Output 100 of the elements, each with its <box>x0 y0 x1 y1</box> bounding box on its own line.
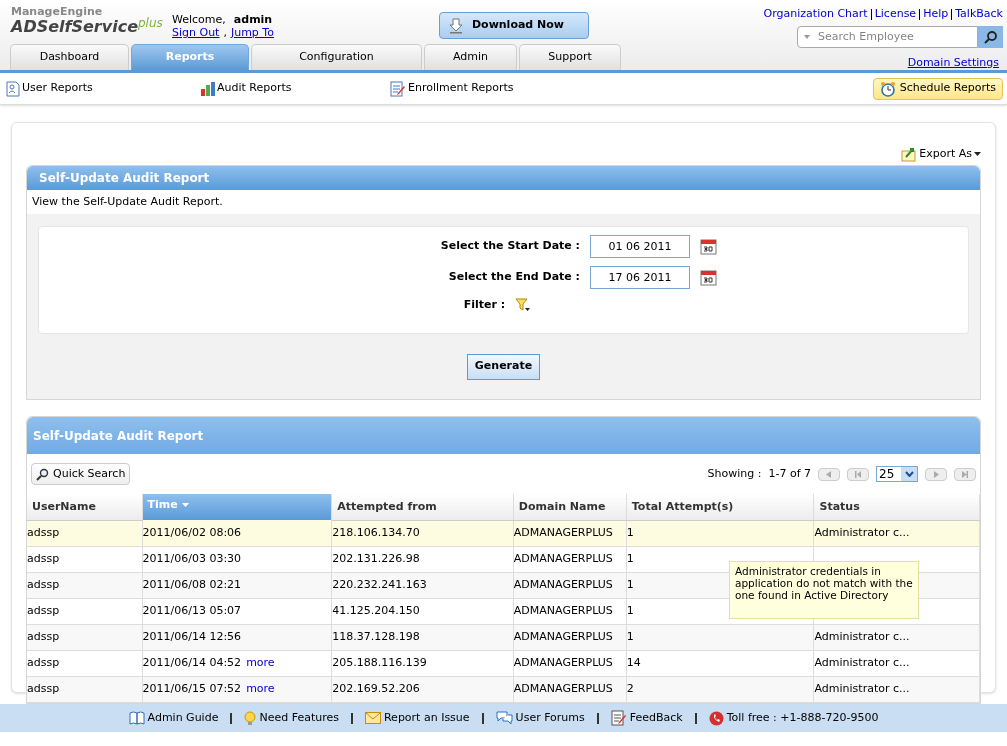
subnav-link[interactable]: Enrollment Reports <box>385 80 865 97</box>
calendar-icon[interactable] <box>700 238 717 255</box>
table-cell-text: 2011/06/15 07:52 <box>142 680 242 697</box>
table-cell: ADMANAGERPLUS <box>513 525 613 539</box>
phone-icon <box>708 710 724 726</box>
logo-brand: ManageEngine <box>11 6 104 17</box>
nav-tab[interactable]: Configuration <box>251 44 422 70</box>
chat-bubble-icon <box>495 711 513 725</box>
table-cell: adssp <box>27 629 60 643</box>
user-report-icon <box>5 80 21 97</box>
caret-icon <box>974 151 981 156</box>
search-field[interactable]: Search Employee <box>797 25 978 48</box>
export-menu[interactable]: Export As <box>901 145 981 162</box>
table-cell: 220.232.241.163 <box>332 577 427 591</box>
search-icon[interactable] <box>978 25 1003 48</box>
table-cell: 1 <box>626 603 634 617</box>
table-cell: Administrator c... <box>814 629 910 643</box>
user-name: admin <box>233 13 273 26</box>
date-field[interactable]: 17 06 2011 <box>590 266 690 289</box>
nav-tab[interactable]: Admin <box>424 44 517 70</box>
export-icon <box>901 145 918 162</box>
download-button[interactable]: Download Now <box>438 12 589 39</box>
table-cell: ADMANAGERPLUS <box>513 603 613 617</box>
column-header[interactable]: Total Attempt(s) <box>626 494 814 520</box>
footer-link[interactable]: Report an Issue <box>364 709 470 727</box>
more-link[interactable]: more <box>246 680 275 698</box>
top-link[interactable]: Help <box>923 6 949 23</box>
light-bulb-icon <box>244 710 257 726</box>
page-size-select[interactable]: 25 <box>876 466 918 482</box>
table-cell: 1 <box>626 525 634 539</box>
calendar-icon[interactable] <box>700 269 717 286</box>
table-cell: adssp <box>27 577 60 591</box>
table-cell: Administrator c... <box>814 655 910 669</box>
header-link[interactable]: Jump To <box>230 26 274 39</box>
footer-link[interactable]: Toll free : +1-888-720-9500 <box>708 709 879 727</box>
nav-tab[interactable]: Dashboard <box>10 44 129 70</box>
document-pencil-icon <box>390 80 407 97</box>
domain-settings-link[interactable]: Domain Settings <box>907 54 999 71</box>
filter-icon[interactable] <box>515 298 532 313</box>
table-cell: ADMANAGERPLUS <box>513 681 613 695</box>
column-header[interactable]: UserName <box>27 494 142 520</box>
document-pencil-icon <box>610 710 627 726</box>
footer-link[interactable]: Admin Guide <box>128 709 219 727</box>
table-cell: 2 <box>626 681 634 695</box>
logo-product: ADSelfService <box>11 17 138 37</box>
table-cell: 202.131.226.98 <box>332 551 420 565</box>
next-icon <box>932 470 940 478</box>
schedule-reports-button[interactable]: Schedule Reports <box>872 77 1003 100</box>
table-cell: ADMANAGERPLUS <box>513 551 613 565</box>
showing-range: 1-7 of 7 <box>768 465 811 482</box>
top-link[interactable]: License <box>874 6 917 23</box>
generate-button[interactable]: Generate <box>467 353 540 380</box>
subnav-link[interactable]: Audit Reports <box>195 80 385 97</box>
search-icon <box>36 467 49 481</box>
more-link[interactable]: more <box>246 654 275 672</box>
showing-label: Showing : <box>707 465 762 482</box>
last-page-icon <box>961 470 969 478</box>
date-field[interactable]: 01 06 2011 <box>590 235 690 258</box>
field-label: Select the End Date : <box>447 269 580 286</box>
table-cell: adssp <box>27 681 60 695</box>
subnav-link[interactable]: User Reports <box>0 80 195 97</box>
table-cell: 14 <box>626 655 641 669</box>
logo-edition: plus <box>138 17 163 29</box>
nav-tab[interactable]: Support <box>519 44 621 70</box>
table-row[interactable]: adssp 2011/06/14 04:52 more 205.188.116.139 ADMANAGERPLUS 14 Administrator c... <box>27 650 980 676</box>
table-cell: Administrator c... <box>814 681 910 695</box>
footer-link[interactable]: User Forums <box>495 709 585 727</box>
table-row[interactable]: adssp 2011/06/02 08:06 218.106.134.70 ADMANAGERPLUS 1 Administrator c... <box>27 520 980 546</box>
table-row[interactable]: adssp 2011/06/14 12:56 118.37.128.198 ADMANAGERPLUS 1 Administrator c... <box>27 624 980 650</box>
table-cell: 2011/06/14 12:56 <box>142 629 242 643</box>
previous-icon <box>825 470 833 478</box>
table-cell: adssp <box>27 551 60 565</box>
sort-caret-icon <box>181 503 189 508</box>
footer-link[interactable]: FeedBack <box>610 709 683 727</box>
table-cell: 2011/06/03 03:30 <box>142 551 242 565</box>
download-icon <box>447 17 464 34</box>
table-cell: adssp <box>27 525 60 539</box>
table-row[interactable]: adssp 2011/06/15 07:52 more 202.169.52.206 ADMANAGERPLUS 2 Administrator c... <box>27 676 980 702</box>
table-cell: 2011/06/02 08:06 <box>142 525 242 539</box>
table-cell: 205.188.116.139 <box>332 655 427 669</box>
footer-link[interactable]: Need Features <box>244 709 339 727</box>
top-link[interactable]: TalkBack <box>955 6 1003 23</box>
header-link[interactable]: Sign Out <box>172 26 220 39</box>
column-header[interactable]: Domain Name <box>513 494 627 520</box>
table-cell: 2011/06/08 02:21 <box>142 577 242 591</box>
top-link[interactable]: Organization Chart <box>763 6 868 23</box>
column-header[interactable]: Attempted from <box>331 494 514 520</box>
separator-text: , <box>223 26 227 39</box>
table-cell: 1 <box>626 551 634 565</box>
table-cell: 1 <box>626 629 634 643</box>
table-cell: 2011/06/13 05:07 <box>142 603 242 617</box>
panel-title: Self-Update Audit Report <box>33 427 204 445</box>
panel-description: View the Self-Update Audit Report. <box>32 193 223 210</box>
book-icon <box>128 711 145 725</box>
welcome-text: Welcome, <box>172 13 226 26</box>
bar-chart-icon <box>200 80 216 97</box>
alarm-clock-icon <box>879 80 896 97</box>
quick-search-button[interactable]: Quick Search <box>31 463 131 485</box>
table-cell: 41.125.204.150 <box>332 603 420 617</box>
column-header[interactable]: Status <box>814 494 980 520</box>
